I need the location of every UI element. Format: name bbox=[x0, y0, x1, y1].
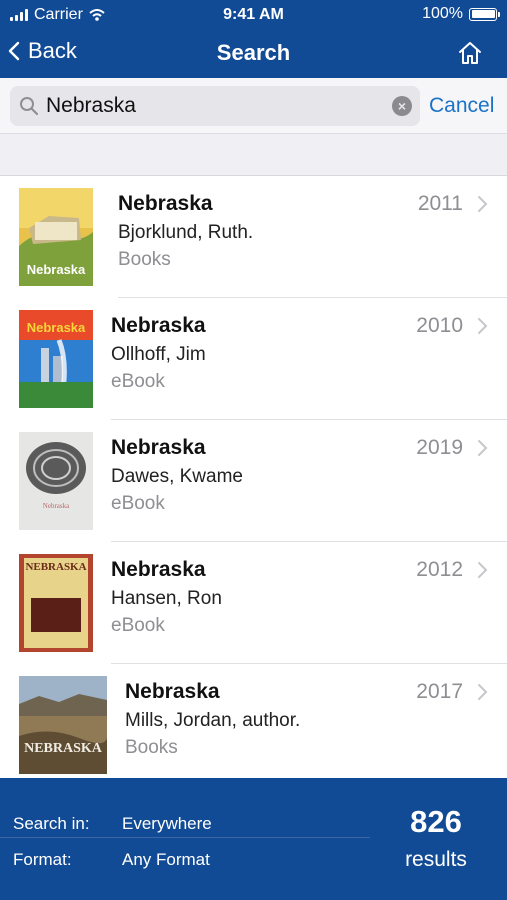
cancel-button[interactable]: Cancel bbox=[429, 94, 494, 118]
app-header: Carrier 9:41 AM 100% Back Search bbox=[0, 0, 507, 78]
book-cover: Nebraska bbox=[19, 310, 93, 408]
results-label: results bbox=[405, 848, 467, 871]
chevron-right-icon bbox=[478, 440, 488, 456]
result-year: 2010 bbox=[416, 314, 463, 337]
result-row[interactable]: Nebraska Nebraska Ollhoff, Jim eBook 201… bbox=[0, 298, 507, 420]
battery-icon bbox=[469, 7, 500, 21]
footer-divider bbox=[0, 837, 370, 838]
search-in-value[interactable]: Everywhere bbox=[122, 814, 212, 834]
search-summary-footer: Search in: Everywhere Format: Any Format… bbox=[0, 778, 507, 900]
result-year: 2012 bbox=[416, 558, 463, 581]
result-row[interactable]: NEBRASKA Nebraska Mills, Jordan, author.… bbox=[0, 664, 507, 778]
format-label: Format: bbox=[13, 850, 72, 869]
clear-search-icon[interactable]: × bbox=[392, 96, 412, 116]
search-bar: Nebraska × Cancel bbox=[0, 78, 507, 134]
search-in-label: Search in: bbox=[13, 814, 90, 833]
result-format: Books bbox=[118, 249, 171, 270]
results-count: 826 bbox=[410, 804, 462, 839]
svg-text:Nebraska: Nebraska bbox=[27, 320, 86, 335]
section-spacer bbox=[0, 134, 507, 176]
status-bar: Carrier 9:41 AM 100% bbox=[0, 0, 507, 30]
svg-text:Nebraska: Nebraska bbox=[43, 502, 70, 510]
book-cover: Nebraska bbox=[19, 432, 93, 530]
result-title: Nebraska bbox=[111, 558, 206, 581]
search-query: Nebraska bbox=[46, 94, 136, 117]
result-author: Ollhoff, Jim bbox=[111, 344, 206, 365]
results-list: Nebraska Nebraska Bjorklund, Ruth. Books… bbox=[0, 176, 507, 778]
book-cover: Nebraska bbox=[19, 188, 93, 286]
result-year: 2017 bbox=[416, 680, 463, 703]
result-format: eBook bbox=[111, 615, 165, 636]
chevron-right-icon bbox=[478, 562, 488, 578]
result-title: Nebraska bbox=[111, 314, 206, 337]
result-row[interactable]: Nebraska Nebraska Bjorklund, Ruth. Books… bbox=[0, 176, 507, 298]
svg-text:NEBRASKA: NEBRASKA bbox=[24, 741, 103, 756]
format-value[interactable]: Any Format bbox=[122, 850, 210, 870]
book-cover: NEBRASKA bbox=[19, 554, 93, 652]
result-author: Dawes, Kwame bbox=[111, 466, 243, 487]
result-title: Nebraska bbox=[118, 192, 213, 215]
page-title: Search bbox=[216, 40, 291, 65]
result-author: Mills, Jordan, author. bbox=[125, 710, 301, 731]
result-format: eBook bbox=[111, 493, 165, 514]
result-year: 2011 bbox=[417, 192, 463, 215]
home-icon[interactable] bbox=[457, 40, 483, 66]
result-title: Nebraska bbox=[111, 436, 206, 459]
svg-text:Nebraska: Nebraska bbox=[27, 262, 86, 277]
result-format: Books bbox=[125, 737, 178, 758]
nav-bar: Back Search bbox=[0, 30, 507, 78]
book-cover: NEBRASKA bbox=[19, 676, 107, 774]
result-year: 2019 bbox=[416, 436, 463, 459]
result-row[interactable]: NEBRASKA Nebraska Hansen, Ron eBook 2012 bbox=[0, 542, 507, 664]
result-row[interactable]: Nebraska Nebraska Dawes, Kwame eBook 201… bbox=[0, 420, 507, 542]
chevron-right-icon bbox=[478, 318, 488, 334]
result-format: eBook bbox=[111, 371, 165, 392]
result-title: Nebraska bbox=[125, 680, 220, 703]
search-icon bbox=[20, 97, 39, 116]
chevron-right-icon bbox=[478, 684, 488, 700]
search-input[interactable]: Nebraska × bbox=[10, 86, 420, 126]
battery-percent: 100% bbox=[422, 5, 463, 22]
chevron-right-icon bbox=[478, 196, 488, 212]
svg-text:NEBRASKA: NEBRASKA bbox=[25, 561, 86, 573]
result-author: Hansen, Ron bbox=[111, 588, 222, 609]
result-author: Bjorklund, Ruth. bbox=[118, 222, 254, 243]
